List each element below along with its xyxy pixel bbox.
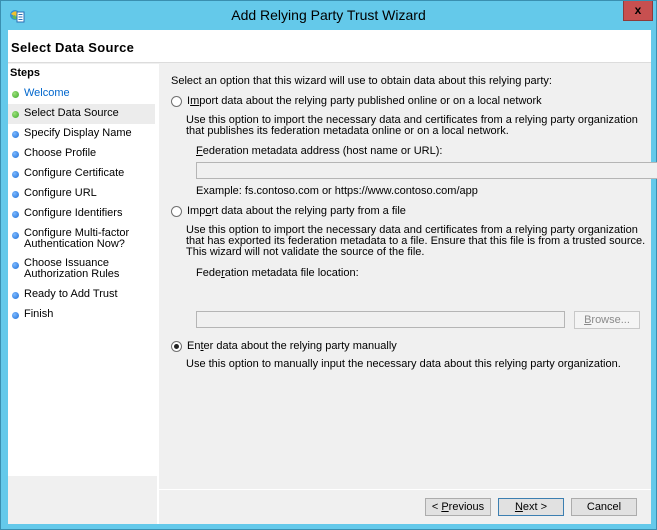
step-label: Ready to Add Trust — [24, 288, 118, 300]
step-pending-icon — [12, 232, 19, 239]
option-import-online[interactable]: Import data about the relying party publ… — [171, 95, 542, 107]
step-label: Configure Multi-factor Authentication No… — [24, 227, 130, 250]
metadata-address-example: Example: fs.contoso.com or https://www.c… — [196, 185, 478, 197]
intro-text: Select an option that this wizard will u… — [171, 75, 552, 87]
radio-import-file[interactable] — [171, 205, 182, 217]
radio-enter-manually[interactable] — [171, 340, 182, 352]
page-header: Select Data Source — [8, 30, 651, 63]
step-choose-profile: Choose Profile — [8, 148, 155, 159]
step-ready-to-add-trust: Ready to Add Trust — [8, 289, 155, 300]
step-complete-icon — [12, 91, 19, 98]
steps-panel: Steps Welcome Select Data Source Specify… — [8, 64, 157, 524]
step-pending-icon — [12, 191, 19, 198]
steps-heading: Steps — [10, 67, 40, 79]
step-label: Specify Display Name — [24, 127, 132, 139]
step-specify-display-name: Specify Display Name — [8, 128, 155, 139]
step-finish: Finish — [8, 309, 155, 320]
step-label: Choose Profile — [24, 147, 97, 159]
window-title: Add Relying Party Trust Wizard — [231, 7, 426, 23]
step-pending-icon — [12, 292, 19, 299]
radio-import-online[interactable] — [171, 95, 182, 107]
option-description: Use this option to manually input the ne… — [186, 358, 621, 370]
step-select-data-source: Select Data Source — [8, 104, 155, 124]
step-label: Configure Certificate — [24, 167, 125, 179]
step-configure-identifiers: Configure Identifiers — [8, 208, 155, 219]
metadata-address-input[interactable] — [196, 162, 657, 179]
previous-button[interactable]: < Previous — [425, 498, 491, 516]
metadata-file-input[interactable] — [196, 311, 565, 328]
step-pending-icon — [12, 151, 19, 158]
step-label: Finish — [24, 308, 54, 320]
option-label: Import data about the relying party from… — [187, 205, 406, 217]
steps-footer-area — [8, 476, 157, 524]
step-pending-icon — [12, 312, 19, 319]
browse-button[interactable]: Browse... — [574, 311, 640, 329]
step-pending-icon — [12, 211, 19, 218]
step-label: Configure Identifiers — [24, 207, 123, 219]
option-description: Use this option to import the necessary … — [186, 114, 638, 137]
option-description: Use this option to import the necessary … — [186, 224, 646, 258]
options-panel: Select an option that this wizard will u… — [159, 64, 657, 490]
page-title: Select Data Source — [11, 40, 135, 55]
step-configure-url: Configure URL — [8, 188, 155, 199]
step-pending-icon — [12, 131, 19, 138]
close-icon: x — [634, 3, 642, 17]
step-label: Welcome — [24, 87, 70, 99]
step-complete-icon — [12, 111, 19, 118]
wizard-client-area: Select Data Source Steps Welcome Select … — [8, 30, 657, 524]
step-label: Choose Issuance Authorization Rules — [24, 257, 120, 280]
step-label: Select Data Source — [24, 107, 119, 119]
cancel-button[interactable]: Cancel — [571, 498, 637, 516]
title-bar[interactable]: Add Relying Party Trust Wizard x — [1, 1, 656, 30]
option-label: Enter data about the relying party manua… — [187, 340, 397, 352]
metadata-file-label: Federation metadata file location: — [196, 267, 359, 279]
step-configure-certificate: Configure Certificate — [8, 168, 155, 179]
option-enter-manually[interactable]: Enter data about the relying party manua… — [171, 340, 397, 352]
close-button[interactable]: x — [623, 1, 653, 21]
metadata-address-label: Federation metadata address (host name o… — [196, 145, 443, 157]
step-label: Configure URL — [24, 187, 97, 199]
option-label: Import data about the relying party publ… — [187, 95, 542, 107]
steps-list: Steps Welcome Select Data Source Specify… — [8, 64, 157, 476]
step-choose-issuance-authorization-rules: Choose Issuance Authorization Rules — [8, 258, 155, 280]
option-import-file[interactable]: Import data about the relying party from… — [171, 205, 406, 217]
step-configure-mfa: Configure Multi-factor Authentication No… — [8, 228, 155, 250]
step-pending-icon — [12, 171, 19, 178]
next-button[interactable]: Next > — [498, 498, 564, 516]
footer-divider — [159, 489, 651, 490]
wizard-window: Add Relying Party Trust Wizard x Select … — [0, 0, 657, 530]
step-pending-icon — [12, 262, 19, 269]
step-welcome[interactable]: Welcome — [8, 88, 155, 99]
